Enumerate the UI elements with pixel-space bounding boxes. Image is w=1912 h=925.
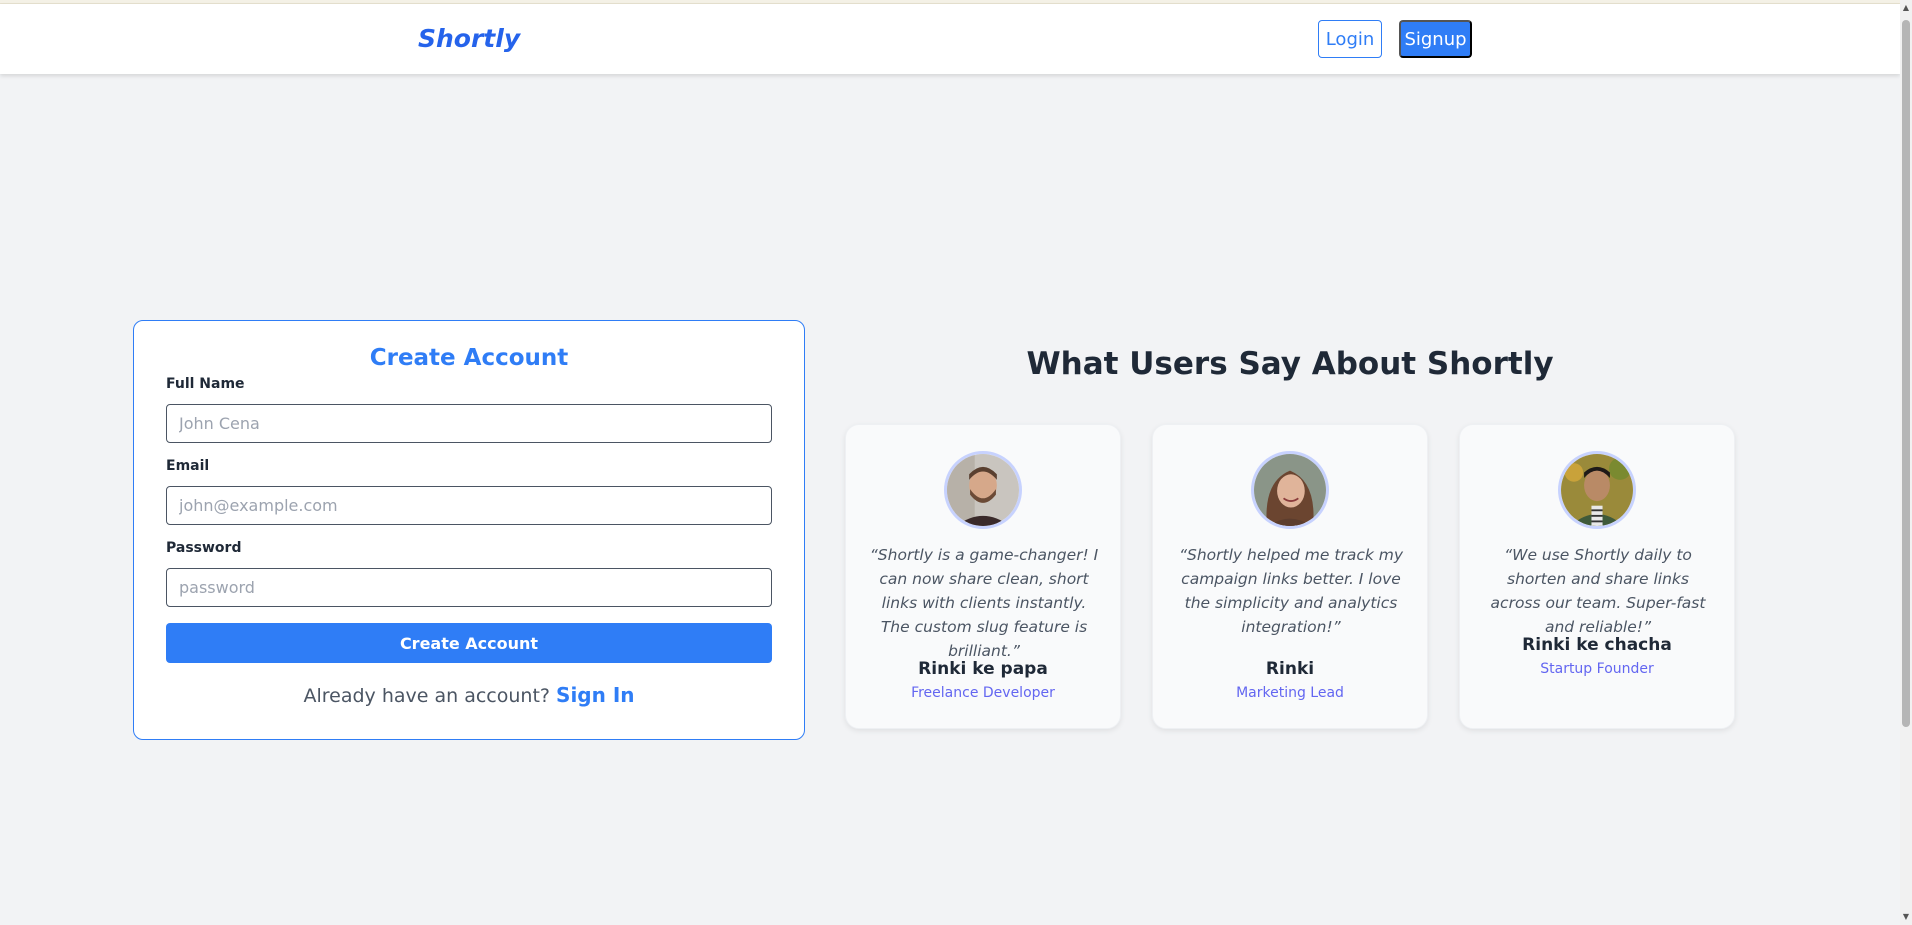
page-scrollbar[interactable]: ▲ ▼ [1900, 0, 1912, 925]
full-name-input[interactable] [166, 404, 772, 443]
signup-form-card: Create Account Full Name Email Password … [133, 320, 805, 740]
avatar-man-outdoor-icon [1558, 451, 1636, 529]
password-label: Password [166, 540, 242, 556]
create-account-button[interactable]: Create Account [166, 623, 772, 663]
testimonial-name: Rinki ke chacha [1522, 635, 1672, 655]
form-title: Create Account [369, 345, 569, 371]
full-name-label: Full Name [166, 376, 245, 392]
password-input[interactable] [166, 568, 772, 607]
testimonial-role: Marketing Lead [1236, 685, 1344, 701]
login-button[interactable]: Login [1318, 20, 1382, 58]
testimonial-name: Rinki ke papa [918, 659, 1048, 679]
navbar: Shortly Login Signup [0, 4, 1900, 74]
testimonial-card: “We use Shortly daily to shorten and sha… [1459, 424, 1735, 729]
scroll-down-arrow-icon[interactable]: ▼ [1901, 912, 1911, 922]
testimonial-quote: “We use Shortly daily to shorten and sha… [1490, 546, 1706, 636]
testimonials-heading: What Users Say About Shortly [1026, 346, 1554, 382]
avatar-woman-smiling-icon [1251, 451, 1329, 529]
avatar-man-beard-icon [944, 451, 1022, 529]
signup-button[interactable]: Signup [1399, 20, 1472, 58]
signin-link[interactable]: Sign In [556, 683, 634, 707]
scroll-up-arrow-icon[interactable]: ▲ [1901, 3, 1911, 13]
testimonial-quote: “Shortly is a game-changer! I can now sh… [869, 546, 1099, 660]
email-label: Email [166, 458, 210, 474]
scroll-thumb[interactable] [1902, 20, 1910, 727]
testimonial-name: Rinki [1265, 659, 1315, 679]
testimonial-card: “Shortly helped me track my campaign lin… [1152, 424, 1428, 729]
testimonial-role: Freelance Developer [911, 685, 1055, 701]
testimonial-card: “Shortly is a game-changer! I can now sh… [845, 424, 1121, 729]
signin-prompt: Already have an account? [303, 685, 550, 707]
email-input[interactable] [166, 486, 772, 525]
testimonial-quote: “Shortly helped me track my campaign lin… [1178, 546, 1404, 636]
brand-logo[interactable]: Shortly [418, 24, 520, 53]
testimonial-role: Startup Founder [1540, 661, 1654, 677]
signin-row: Already have an account? Sign In [134, 683, 804, 707]
